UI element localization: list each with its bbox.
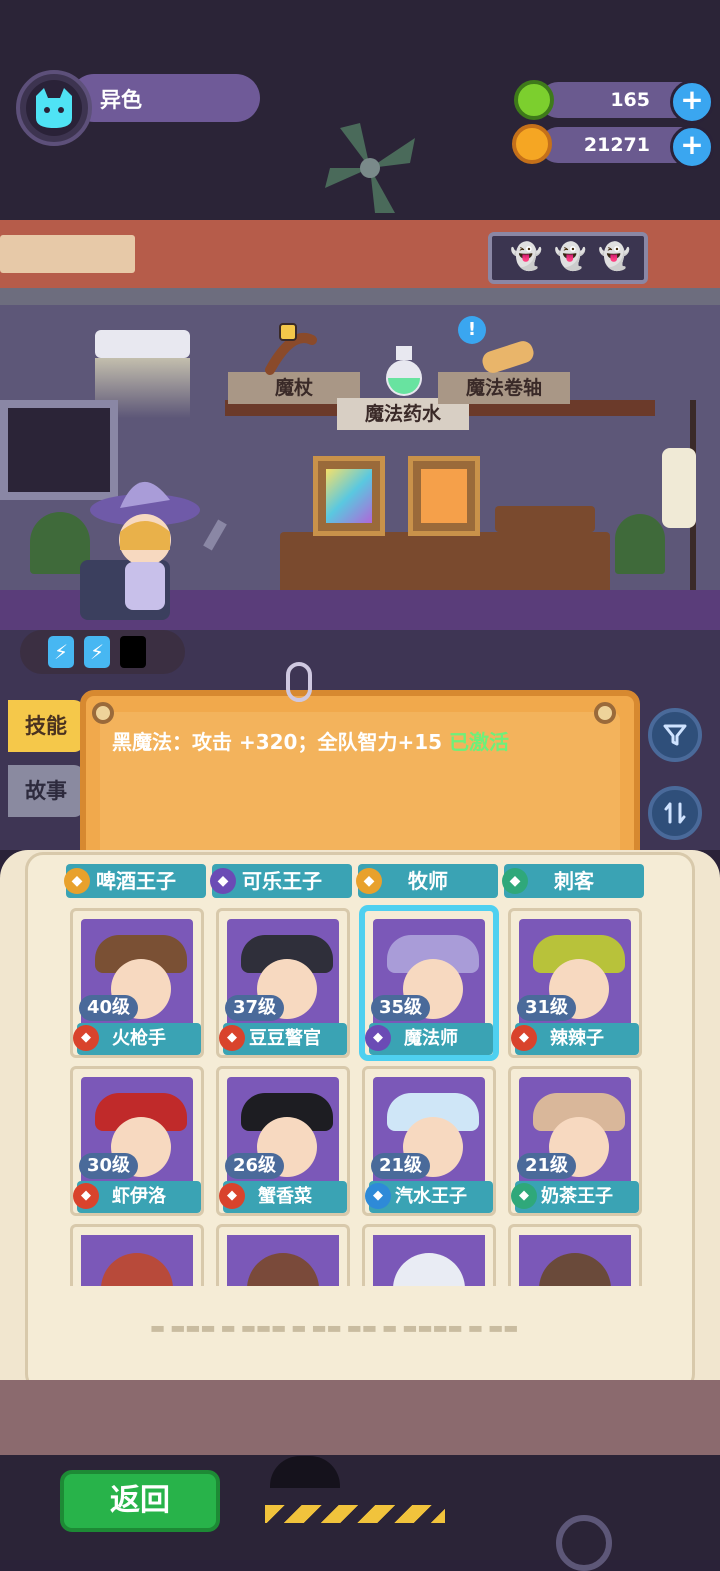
hero-card-partial[interactable] (508, 1224, 642, 1286)
add-coin-button[interactable]: + (670, 125, 714, 169)
sort-button[interactable] (648, 786, 702, 840)
faction-badge-icon: ◆ (365, 1183, 391, 1209)
energy-icon: ⚡ (48, 636, 74, 668)
green-gem-icon (514, 80, 554, 120)
hero-level: 21级 (517, 1153, 577, 1179)
portrait-frame (313, 456, 385, 536)
add-gem-button[interactable]: + (670, 80, 714, 124)
portrait-frame (408, 456, 480, 536)
hanging-coat (662, 448, 696, 528)
faction-badge-icon: ◆ (219, 1183, 245, 1209)
alert-icon[interactable]: ! (458, 316, 486, 344)
paperclip-icon (286, 662, 312, 702)
ghost-display: 👻 👻 👻 (488, 232, 648, 284)
hero-card[interactable]: 21级 奶茶王子 ◆ (508, 1066, 642, 1216)
coin-value: 21271 (583, 134, 650, 156)
gear-icon (556, 1515, 612, 1571)
orange-planet-coin-icon (512, 124, 552, 164)
hero-level: 30级 (79, 1153, 139, 1179)
hero-hat (101, 1253, 173, 1286)
faction-badge-icon: ◆ (365, 1025, 391, 1051)
plant (615, 514, 665, 574)
projector (95, 330, 190, 358)
pin-icon (92, 702, 114, 724)
hero-level: 31级 (517, 995, 577, 1021)
book-stack (495, 506, 595, 532)
avatar[interactable] (26, 80, 82, 136)
class-badge-icon: ◆ (210, 868, 236, 894)
class-badge-icon: ◆ (502, 868, 528, 894)
pin-icon (594, 702, 616, 724)
energy-icon: ⚡ (84, 636, 110, 668)
ghost-icon: 👻 (554, 242, 587, 272)
faction-badge-icon: ◆ (511, 1183, 537, 1209)
ceiling-vent (0, 235, 135, 273)
fan-icon (325, 123, 415, 213)
class-badge-icon: ◆ (356, 868, 382, 894)
faction-badge-icon: ◆ (73, 1025, 99, 1051)
faction-badge-icon: ◆ (511, 1025, 537, 1051)
page-scribble: ▬ ▬▬▬ ▬ ▬▬▬ ▬ ▬▬ ▬▬ ▬ ▬▬▬▬ ▬ ▬▬ (150, 1318, 519, 1337)
faction-badge-icon: ◆ (73, 1183, 99, 1209)
filter-icon (663, 724, 687, 746)
hero-card-partial[interactable] (216, 1224, 350, 1286)
hazard-stripe (265, 1505, 445, 1523)
hero-level: 26级 (225, 1153, 285, 1179)
back-button[interactable]: 返回 (60, 1470, 220, 1532)
potion-icon (386, 346, 422, 396)
gem-value: 165 (610, 89, 650, 111)
hero-card[interactable]: 35级 魔法师 ◆ (362, 908, 496, 1058)
portrait-image (326, 469, 372, 523)
hero-card[interactable]: 21级 汽水王子 ◆ (362, 1066, 496, 1216)
hero-portrait (519, 1235, 631, 1286)
skill-description: 黑魔法：攻击 +320；全队智力+15 已激活 (112, 726, 509, 755)
hero-level: 21级 (371, 1153, 431, 1179)
profile-name: 异色 (100, 88, 142, 112)
hero-portrait (81, 1235, 193, 1286)
class-badge-icon: ◆ (64, 868, 90, 894)
scroll-icon (482, 341, 534, 373)
hero-card[interactable]: 30级 虾伊洛 ◆ (70, 1066, 204, 1216)
energy-slot-empty (120, 636, 146, 668)
sort-icon (664, 802, 686, 824)
hero-card[interactable]: 26级 蟹香菜 ◆ (216, 1066, 350, 1216)
filter-button[interactable] (648, 708, 702, 762)
skill-effect: 黑魔法：攻击 +320；全队智力+15 (112, 730, 443, 754)
ghost-icon: 👻 (510, 242, 543, 272)
hero-hat (539, 1253, 611, 1286)
hero-card-partial[interactable] (70, 1224, 204, 1286)
energy-bar: ⚡ ⚡ (20, 630, 185, 674)
hero-portrait (227, 1235, 339, 1286)
tab-story[interactable]: 故事 (8, 765, 84, 817)
hero-level: 35级 (371, 995, 431, 1021)
hero-level: 40级 (79, 995, 139, 1021)
hero-card[interactable]: 37级 豆豆警官 ◆ (216, 908, 350, 1058)
portrait-image (421, 469, 467, 523)
hero-portrait (373, 1235, 485, 1286)
wand-icon (265, 323, 317, 375)
hero-hat (393, 1253, 465, 1286)
profile-name-pill[interactable] (70, 74, 260, 122)
hero-hat (247, 1253, 319, 1286)
book-base (0, 1380, 720, 1460)
skill-status: 已激活 (449, 730, 510, 754)
hero-card[interactable]: 40级 火枪手 ◆ (70, 908, 204, 1058)
hero-level: 37级 (225, 995, 285, 1021)
cat-face-icon (36, 88, 72, 128)
hero-card[interactable]: 31级 辣辣子 ◆ (508, 908, 642, 1058)
ghost-icon: 👻 (598, 242, 631, 272)
mage-character[interactable] (80, 470, 230, 620)
hero-card-partial[interactable] (362, 1224, 496, 1286)
tab-skill[interactable]: 技能 (8, 700, 84, 752)
faction-badge-icon: ◆ (219, 1025, 245, 1051)
